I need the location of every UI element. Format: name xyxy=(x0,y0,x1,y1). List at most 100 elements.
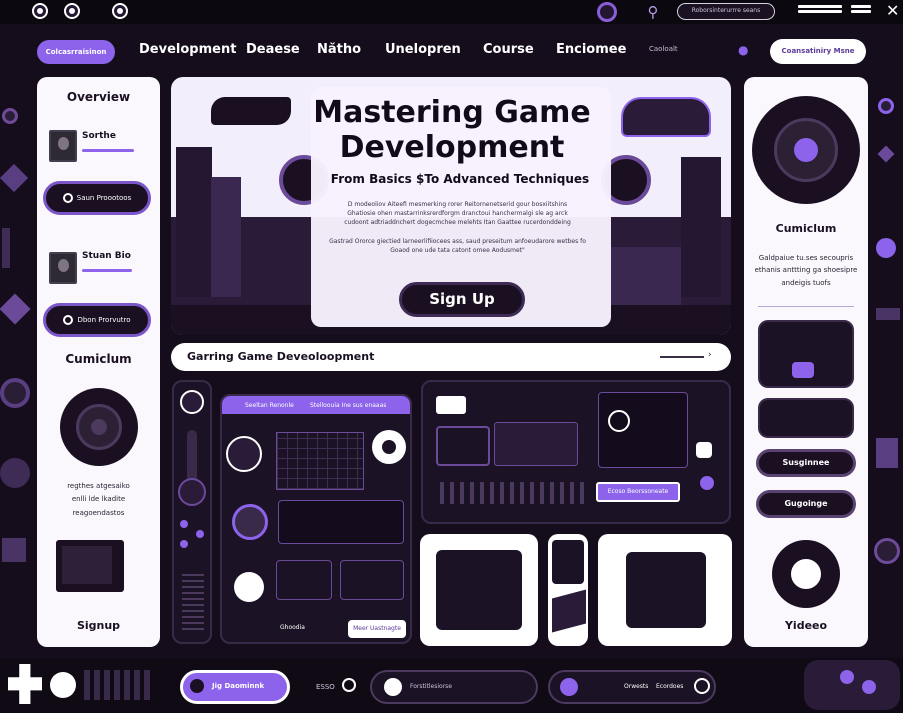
hamburger-icon[interactable] xyxy=(851,5,871,17)
circle-icon[interactable] xyxy=(112,3,128,19)
knob-icon[interactable] xyxy=(178,478,206,506)
circle-icon[interactable] xyxy=(180,390,204,414)
gear-inner xyxy=(788,556,824,592)
avatar[interactable] xyxy=(49,252,77,284)
profile-name: Sorthe xyxy=(82,131,116,141)
user-icon xyxy=(552,540,584,584)
device-card[interactable] xyxy=(758,398,854,438)
stat-1: Orwests xyxy=(624,683,649,690)
curriculum-text: ethanis anttting ga shoesipre xyxy=(754,266,858,274)
gamepad-icon[interactable] xyxy=(804,660,900,710)
editor-tab[interactable]: Stelloouia Ine sus enaaas xyxy=(310,402,386,409)
monitor-panel[interactable] xyxy=(436,426,490,466)
nav-cta-button[interactable]: Coansatiniry Msne xyxy=(770,39,866,64)
steering-icon[interactable] xyxy=(226,436,262,472)
hero-body-line: cudoont adtriaddnchert dogecmchee meleht… xyxy=(344,219,571,226)
tower xyxy=(681,157,721,297)
circle-icon[interactable] xyxy=(694,678,710,694)
window-icon[interactable] xyxy=(436,396,466,414)
bottom-button[interactable]: Meer Uastnagte xyxy=(348,620,406,638)
nav-pill-button[interactable]: Colcasrraisinon xyxy=(37,40,115,64)
tower xyxy=(211,177,241,297)
grip-handle[interactable] xyxy=(182,570,204,630)
left-decoration xyxy=(0,78,34,658)
right-decoration xyxy=(870,78,903,658)
preview-panel[interactable] xyxy=(276,560,332,600)
record-icon[interactable] xyxy=(597,2,617,22)
console-button[interactable]: Ecoso Beorssoneate xyxy=(596,482,680,502)
button-icon[interactable] xyxy=(840,670,854,684)
hero-body-line: Goaod one ude tata catont omee Aodusmet" xyxy=(390,247,525,254)
console-panel[interactable] xyxy=(494,422,578,466)
signup-label[interactable]: Signup xyxy=(37,619,160,632)
chevron-right-icon[interactable]: › xyxy=(708,350,712,360)
dot-icon[interactable] xyxy=(180,520,188,528)
hero-title-line: Mastering Game xyxy=(313,95,591,130)
hero-title-line: Development xyxy=(339,130,565,165)
overview-title: Overview xyxy=(66,90,131,104)
profile-name: Stuan Bio xyxy=(82,251,131,261)
nav-item-4[interactable]: Unelopren xyxy=(385,42,461,57)
stat-2: Ecordoes xyxy=(656,683,684,690)
window-preview xyxy=(436,550,522,630)
vent-icon xyxy=(84,670,154,700)
dot-icon[interactable] xyxy=(196,530,204,538)
profile-button[interactable]: Saun Proootoos xyxy=(43,181,151,215)
device-chip xyxy=(792,362,814,378)
nav-item-2[interactable]: Deaese xyxy=(246,42,300,57)
knob-icon[interactable] xyxy=(232,504,268,540)
play-icon[interactable] xyxy=(234,572,264,602)
video-label[interactable]: Yideeo xyxy=(744,619,868,632)
circle-icon[interactable] xyxy=(342,678,356,692)
rp-button-1[interactable]: Susginnee xyxy=(756,449,856,477)
arrow-right-icon[interactable] xyxy=(660,356,704,358)
code-panel[interactable] xyxy=(278,500,404,544)
divider xyxy=(758,306,854,307)
avatar[interactable] xyxy=(49,130,77,162)
gear-core xyxy=(91,419,107,435)
bottom-chip[interactable]: Ghoodia xyxy=(280,624,305,631)
nav-item-6[interactable]: Enciomee xyxy=(556,42,626,57)
dot-icon[interactable] xyxy=(700,476,714,490)
close-icon[interactable]: ✕ xyxy=(886,1,899,20)
circle-icon[interactable] xyxy=(64,3,80,19)
nav-item-3[interactable]: Nătho xyxy=(317,42,361,57)
circle-icon xyxy=(63,315,74,325)
gauge-icon xyxy=(560,678,578,696)
timeline-bars[interactable] xyxy=(440,482,590,504)
signup-button[interactable]: Sign Up xyxy=(399,282,525,317)
course-bar-label: Garring Game Deveoloopment xyxy=(187,350,375,363)
curriculum-title: Cumiclum xyxy=(775,222,837,235)
joystick-icon[interactable] xyxy=(50,672,76,698)
hero-body: D modeoliov Aiteefi mesmerking rorer Rei… xyxy=(320,200,595,255)
footer-counter: ESSO xyxy=(316,683,335,691)
curriculum-text: reagoendastos xyxy=(72,509,125,517)
play-icon[interactable] xyxy=(384,678,402,696)
search-icon[interactable]: ⚲ xyxy=(643,2,663,22)
media-text: Forstitlesiorse xyxy=(410,683,452,690)
button-icon[interactable] xyxy=(862,680,876,694)
target-icon[interactable] xyxy=(608,410,630,432)
preview-panel[interactable] xyxy=(340,560,404,600)
inspector-panel[interactable] xyxy=(598,392,688,468)
gear-hole xyxy=(382,440,396,454)
search-input[interactable]: Roborsinterurrre seans xyxy=(677,3,775,20)
curriculum-text: regthes atgesaiko xyxy=(67,482,130,490)
curriculum-text: enlli lde lkadite xyxy=(71,495,126,503)
nav-utility-text[interactable]: Caoloalt xyxy=(649,45,678,53)
dot-icon[interactable] xyxy=(180,540,188,548)
profile-button[interactable]: Dbon Prorvutro xyxy=(43,303,151,337)
building xyxy=(611,247,681,307)
grid-viewport[interactable] xyxy=(276,432,364,490)
user-icon[interactable]: ● xyxy=(738,43,748,57)
editor-tab[interactable]: Seeltan Renonle xyxy=(245,402,294,409)
rp-button-2[interactable]: Gugoinge xyxy=(756,490,856,518)
square-icon[interactable] xyxy=(696,442,712,458)
circle-icon xyxy=(62,193,73,203)
circle-icon[interactable] xyxy=(32,3,48,19)
nav-item-course[interactable]: Course xyxy=(483,42,534,57)
nav-item-development[interactable]: Development xyxy=(139,42,236,57)
curriculum-text: andeigis tuofs xyxy=(781,279,831,287)
hero-subtitle: From Basics $To Advanced Techniques xyxy=(330,172,590,186)
menu-icon[interactable] xyxy=(798,5,842,17)
